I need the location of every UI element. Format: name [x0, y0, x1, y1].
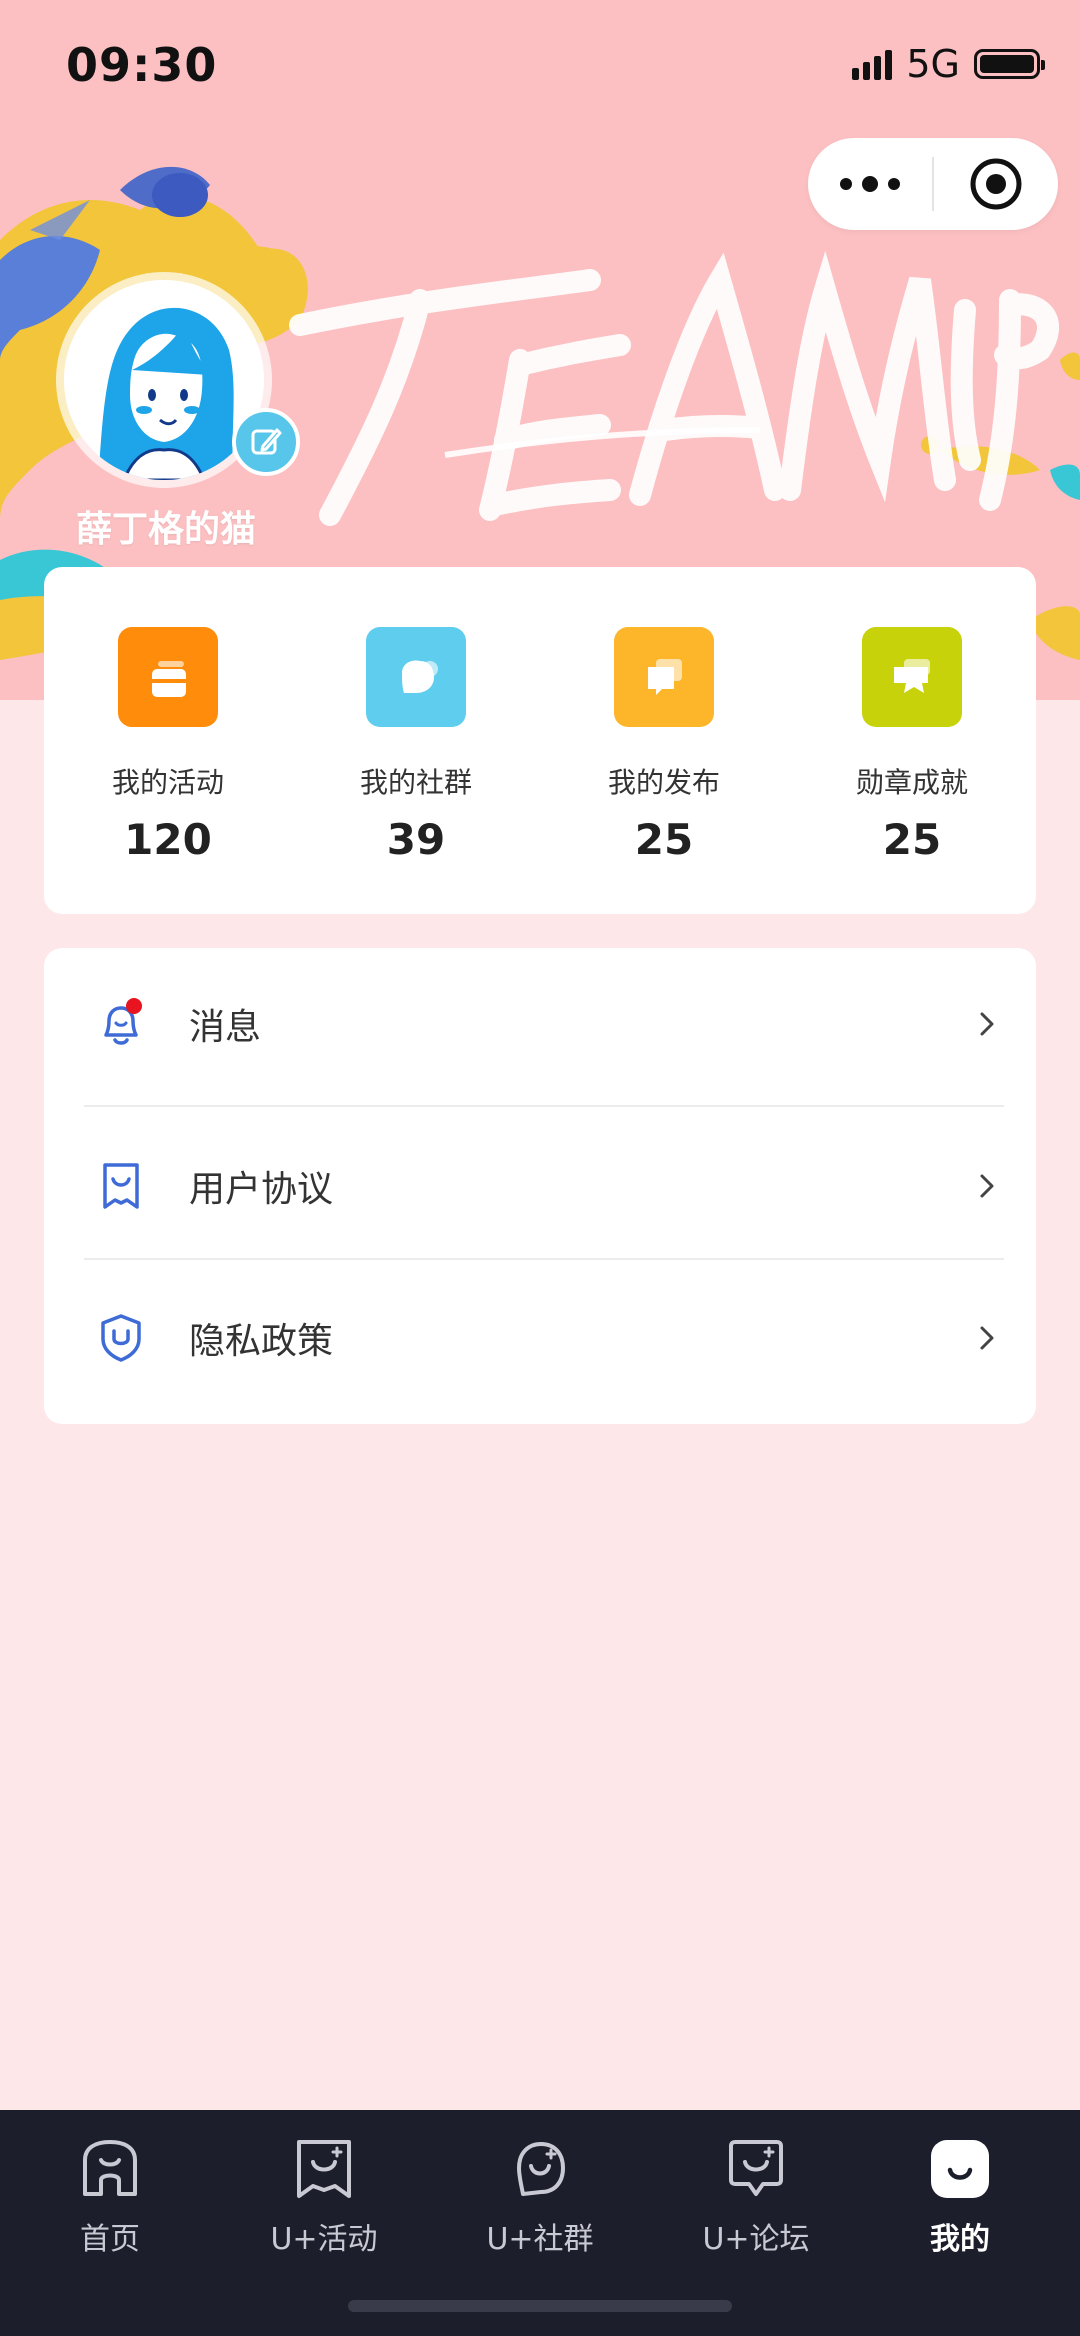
stat-label: 我的活动	[111, 766, 224, 799]
status-indicators: 5G	[852, 42, 1045, 86]
stat-value: 25	[882, 815, 942, 864]
more-dots-icon[interactable]	[808, 176, 932, 192]
menu-item-label: 消息	[189, 1007, 262, 1048]
network-type: 5G	[906, 42, 960, 86]
chevron-right-icon	[980, 1326, 994, 1350]
menu-item-messages[interactable]: 消息	[44, 948, 1036, 1100]
stat-value: 39	[386, 815, 446, 864]
forum-tab-icon	[729, 2140, 783, 2196]
tab-label: 首页	[80, 2222, 140, 2257]
agreement-icon	[103, 1163, 139, 1209]
tab-communities[interactable]: U+社群	[450, 2134, 630, 2258]
activity-tab-icon	[297, 2140, 351, 2198]
home-indicator	[348, 2300, 732, 2312]
stat-my-activities[interactable]: 我的活动 120	[44, 567, 292, 914]
menu-item-user-agreement[interactable]: 用户协议	[44, 1110, 1036, 1262]
menu-item-label: 隐私政策	[189, 1321, 334, 1362]
tab-label: U+活动	[270, 2222, 378, 2257]
stat-label: 我的发布	[607, 766, 720, 799]
notification-dot	[126, 998, 142, 1014]
chevron-right-icon	[980, 1012, 994, 1036]
menu-divider	[84, 1105, 1004, 1107]
username: 薛丁格的猫	[76, 509, 257, 550]
tab-me[interactable]: 我的	[870, 2134, 1050, 2258]
tab-activities[interactable]: U+活动	[234, 2134, 414, 2258]
tab-forum[interactable]: U+论坛	[666, 2134, 846, 2258]
medal-icon	[862, 627, 962, 727]
menu-divider	[84, 1258, 1004, 1260]
tab-label: U+论坛	[702, 2222, 810, 2257]
shield-icon	[101, 1314, 141, 1362]
tab-label: U+社群	[486, 2222, 594, 2257]
signal-icon	[852, 48, 893, 80]
publish-icon	[614, 627, 714, 727]
menu-item-privacy-policy[interactable]: 隐私政策	[44, 1262, 1036, 1414]
edit-pencil-icon[interactable]	[232, 408, 300, 476]
menu-item-label: 用户协议	[189, 1169, 334, 1210]
status-time: 09:30	[66, 38, 218, 92]
battery-icon	[974, 49, 1045, 79]
stat-label: 勋章成就	[855, 766, 968, 799]
stat-label: 我的社群	[359, 766, 472, 799]
home-icon	[83, 2140, 137, 2196]
menu-card: 消息 用户协议 隐私政策	[44, 948, 1036, 1424]
tab-label: 我的	[930, 2222, 990, 2257]
community-icon	[366, 627, 466, 727]
stat-value: 120	[124, 815, 212, 864]
miniprogram-capsule	[808, 138, 1058, 230]
bell-icon	[104, 998, 142, 1045]
stats-card: 我的活动 120 我的社群 39 我的发布 25 勋章成就 25	[44, 567, 1036, 914]
tab-home[interactable]: 首页	[20, 2134, 200, 2258]
chevron-right-icon	[980, 1174, 994, 1198]
community-tab-icon	[517, 2142, 565, 2196]
stat-my-communities[interactable]: 我的社群 39	[292, 567, 540, 914]
me-tab-icon	[931, 2140, 989, 2198]
stat-my-posts[interactable]: 我的发布 25	[540, 567, 788, 914]
activity-icon	[118, 627, 218, 727]
stat-value: 25	[634, 815, 694, 864]
target-close-icon[interactable]	[934, 156, 1058, 212]
stat-medals[interactable]: 勋章成就 25	[788, 567, 1036, 914]
